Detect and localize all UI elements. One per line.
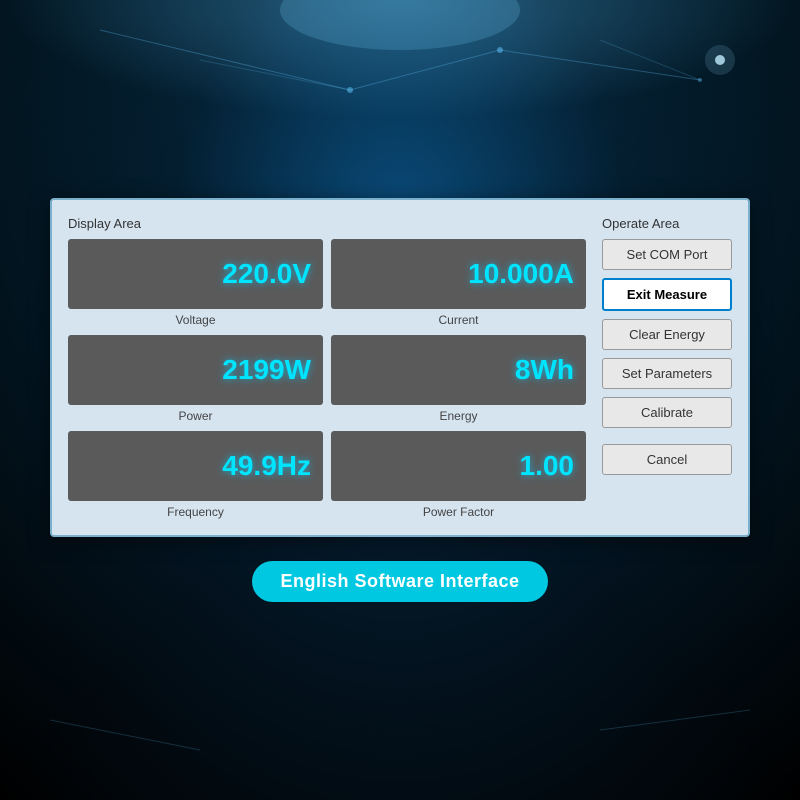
metric-label-frequency: Frequency — [167, 505, 224, 519]
operate-area: Operate Area Set COM Port Exit Measure C… — [602, 216, 732, 519]
app-window: Display Area 220.0V Voltage 10.000A — [50, 198, 750, 537]
display-area: Display Area 220.0V Voltage 10.000A — [68, 216, 586, 519]
metric-value-power: 2199W — [222, 354, 311, 386]
exit-measure-button[interactable]: Exit Measure — [602, 278, 732, 311]
metric-cell-power: 2199W Power — [68, 335, 323, 423]
calibrate-button[interactable]: Calibrate — [602, 397, 732, 428]
metric-label-power-factor: Power Factor — [423, 505, 494, 519]
clear-energy-button[interactable]: Clear Energy — [602, 319, 732, 350]
metric-display-power: 2199W — [68, 335, 323, 405]
display-area-title: Display Area — [68, 216, 586, 231]
metric-value-power-factor: 1.00 — [520, 450, 575, 482]
metric-cell-voltage: 220.0V Voltage — [68, 239, 323, 327]
operate-buttons: Set COM Port Exit Measure Clear Energy S… — [602, 239, 732, 475]
metric-label-power: Power — [178, 409, 212, 423]
metric-cell-current: 10.000A Current — [331, 239, 586, 327]
metric-label-current: Current — [438, 313, 478, 327]
footer-label-text: English Software Interface — [252, 561, 547, 602]
metric-display-current: 10.000A — [331, 239, 586, 309]
metric-value-current: 10.000A — [468, 258, 574, 290]
metric-display-voltage: 220.0V — [68, 239, 323, 309]
metric-label-energy: Energy — [439, 409, 477, 423]
metric-label-voltage: Voltage — [175, 313, 215, 327]
bottom-label: English Software Interface — [252, 561, 547, 602]
metrics-grid: 220.0V Voltage 10.000A Current — [68, 239, 586, 519]
metric-cell-frequency: 49.9Hz Frequency — [68, 431, 323, 519]
metric-cell-energy: 8Wh Energy — [331, 335, 586, 423]
metric-display-energy: 8Wh — [331, 335, 586, 405]
metric-display-frequency: 49.9Hz — [68, 431, 323, 501]
operate-area-title: Operate Area — [602, 216, 732, 231]
metric-cell-power-factor: 1.00 Power Factor — [331, 431, 586, 519]
metric-value-voltage: 220.0V — [222, 258, 311, 290]
metric-display-power-factor: 1.00 — [331, 431, 586, 501]
main-content: Display Area 220.0V Voltage 10.000A — [0, 0, 800, 800]
set-com-port-button[interactable]: Set COM Port — [602, 239, 732, 270]
cancel-button[interactable]: Cancel — [602, 444, 732, 475]
metric-value-frequency: 49.9Hz — [222, 450, 311, 482]
metric-value-energy: 8Wh — [515, 354, 574, 386]
set-parameters-button[interactable]: Set Parameters — [602, 358, 732, 389]
